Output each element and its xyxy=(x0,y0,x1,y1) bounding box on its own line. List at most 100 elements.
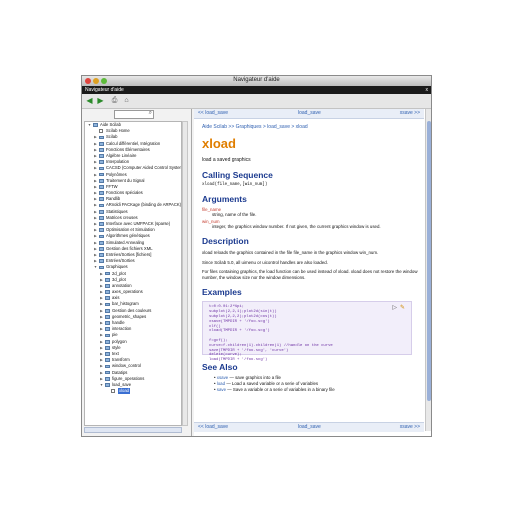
scroll-thumb[interactable] xyxy=(427,121,431,401)
description-paragraph: For files containing graphics, the load … xyxy=(202,269,418,280)
folder-icon xyxy=(105,277,110,282)
description-paragraph: xload reloads the graphics contained in … xyxy=(202,250,379,255)
calling-sequence: xload(file_name,[win_num]) xyxy=(202,183,268,187)
folder-icon xyxy=(99,216,104,220)
prev-link[interactable]: << load_save xyxy=(198,109,228,118)
help-browser-window: Navigateur d'aide Navigateur d'aide x ◀ … xyxy=(81,75,432,437)
tree-horizontal-scrollbar[interactable] xyxy=(84,427,182,433)
forward-arrow-icon[interactable]: ▶ xyxy=(96,96,105,105)
folder-icon xyxy=(105,284,110,288)
folder-icon xyxy=(105,315,110,319)
folder-icon xyxy=(99,160,104,165)
folder-icon xyxy=(99,135,104,140)
folder-icon xyxy=(105,370,110,375)
print-icon[interactable]: ⎙ xyxy=(110,96,119,105)
home-icon[interactable]: ⌂ xyxy=(122,96,131,105)
edit-icon[interactable]: ✎ xyxy=(400,304,405,311)
folder-icon xyxy=(99,265,104,270)
folder-icon xyxy=(105,345,110,350)
next-link[interactable]: xsave >> xyxy=(400,109,420,118)
see-also-link[interactable]: save xyxy=(217,387,226,392)
see-also-item: • xsave — save graphics into a file xyxy=(214,375,281,381)
folder-icon xyxy=(105,290,110,295)
folder-icon xyxy=(105,339,110,344)
page-icon xyxy=(99,129,103,134)
folder-icon xyxy=(105,364,110,369)
code-line: load(TMPDIR + '/foo.scg') xyxy=(209,358,268,363)
description-paragraph: Since Scilab 5.0, all uimenu or uicontro… xyxy=(202,259,328,265)
folder-icon xyxy=(105,383,110,387)
see-also-link[interactable]: load xyxy=(217,381,225,386)
arguments-heading: Arguments xyxy=(202,194,247,204)
see-also-desc: — save graphics into a file xyxy=(229,375,281,381)
examples-heading: Examples xyxy=(202,287,242,298)
close-icon[interactable]: x xyxy=(426,86,429,94)
folder-icon xyxy=(99,234,104,239)
tree-vertical-scrollbar[interactable] xyxy=(182,121,188,426)
folder-icon xyxy=(99,141,104,146)
next-link[interactable]: xsave >> xyxy=(400,423,420,432)
folder-icon xyxy=(93,123,98,127)
short-description: load a saved graphics xyxy=(202,157,251,163)
back-arrow-icon[interactable]: ◀ xyxy=(85,96,94,105)
search-field[interactable]: ⌕ xyxy=(114,110,154,119)
see-also-link[interactable]: xsave xyxy=(217,375,228,380)
bottom-nav-bar: << load_save load_save xsave >> xyxy=(194,422,424,432)
folder-icon xyxy=(99,203,104,208)
see-also-item: • save — Save a variable or a serie of v… xyxy=(214,387,335,393)
folder-icon xyxy=(105,376,110,381)
top-nav-bar: << load_save load_save xsave >> xyxy=(194,109,424,119)
folder-icon xyxy=(99,147,104,152)
content-pane: << load_save load_save xsave >> Aide Sci… xyxy=(194,109,431,436)
description-heading: Description xyxy=(202,236,249,246)
prev-link[interactable]: << load_save xyxy=(198,423,228,432)
folder-icon xyxy=(99,259,104,264)
folder-icon xyxy=(105,302,110,307)
help-tree: ▼ Aide Scilab Scilab Home ▶ Scilab ▶ Calcul di… xyxy=(84,121,182,426)
see-also-item: • load — Load a saved variable or a seri… xyxy=(214,381,319,387)
breadcrumb[interactable]: Aide Scilab >> Graphiques > load_save > … xyxy=(202,124,422,130)
see-also-heading: See Also xyxy=(202,362,238,373)
see-also-desc: — Save a variable or a serie of variable… xyxy=(227,387,335,393)
search-icon[interactable]: ⌕ xyxy=(149,110,152,117)
menu-bar: Navigateur d'aide x xyxy=(82,86,431,94)
menu-bar-label: Navigateur d'aide xyxy=(85,87,124,93)
folder-icon xyxy=(99,222,104,226)
page-icon xyxy=(111,389,115,394)
tree-item-label: xload xyxy=(118,388,131,395)
page-title: xload xyxy=(202,136,236,151)
toolbar: ◀ ▶ ⎙ ⌂ xyxy=(82,94,431,109)
folder-icon xyxy=(105,352,110,356)
example-code-block: ▷ ✎ t=0:0.01:2*%pi; subplot(2,2,1);plot2d… xyxy=(202,301,412,362)
content-vertical-scrollbar[interactable] xyxy=(425,109,431,431)
folder-icon xyxy=(105,327,110,332)
help-page: Aide Scilab >> Graphiques > load_save > … xyxy=(202,122,422,420)
folder-icon xyxy=(105,358,110,363)
folder-icon xyxy=(99,178,104,183)
navigation-pane: ⌕ ▼ Aide Scilab Scilab Home ▶ Scilab ▶ Calcul … xyxy=(82,109,192,436)
folder-icon xyxy=(99,191,104,196)
folder-icon xyxy=(99,166,104,171)
folder-icon xyxy=(99,172,104,177)
folder-icon xyxy=(99,154,104,158)
folder-icon xyxy=(105,308,110,313)
folder-icon xyxy=(99,246,104,251)
arg-description: string, name of the file. xyxy=(212,212,257,217)
calling-sequence-heading: Calling Sequence xyxy=(202,170,273,180)
folder-icon xyxy=(99,197,104,202)
folder-icon xyxy=(105,271,110,276)
folder-icon xyxy=(99,185,104,189)
folder-icon xyxy=(105,321,110,325)
arg-description: integer, the graphics window number. If … xyxy=(212,224,381,229)
up-link[interactable]: load_save xyxy=(298,109,321,118)
folder-icon xyxy=(99,209,104,214)
folder-icon xyxy=(99,240,104,245)
folder-icon xyxy=(105,333,110,338)
see-also-desc: — Load a saved variable or a serie of va… xyxy=(226,381,319,387)
up-link[interactable]: load_save xyxy=(298,423,321,432)
folder-icon xyxy=(99,228,104,233)
tree-item[interactable]: xload xyxy=(85,388,181,395)
folder-icon xyxy=(105,296,110,301)
folder-icon xyxy=(99,253,104,257)
run-icon[interactable]: ▷ xyxy=(392,304,397,311)
